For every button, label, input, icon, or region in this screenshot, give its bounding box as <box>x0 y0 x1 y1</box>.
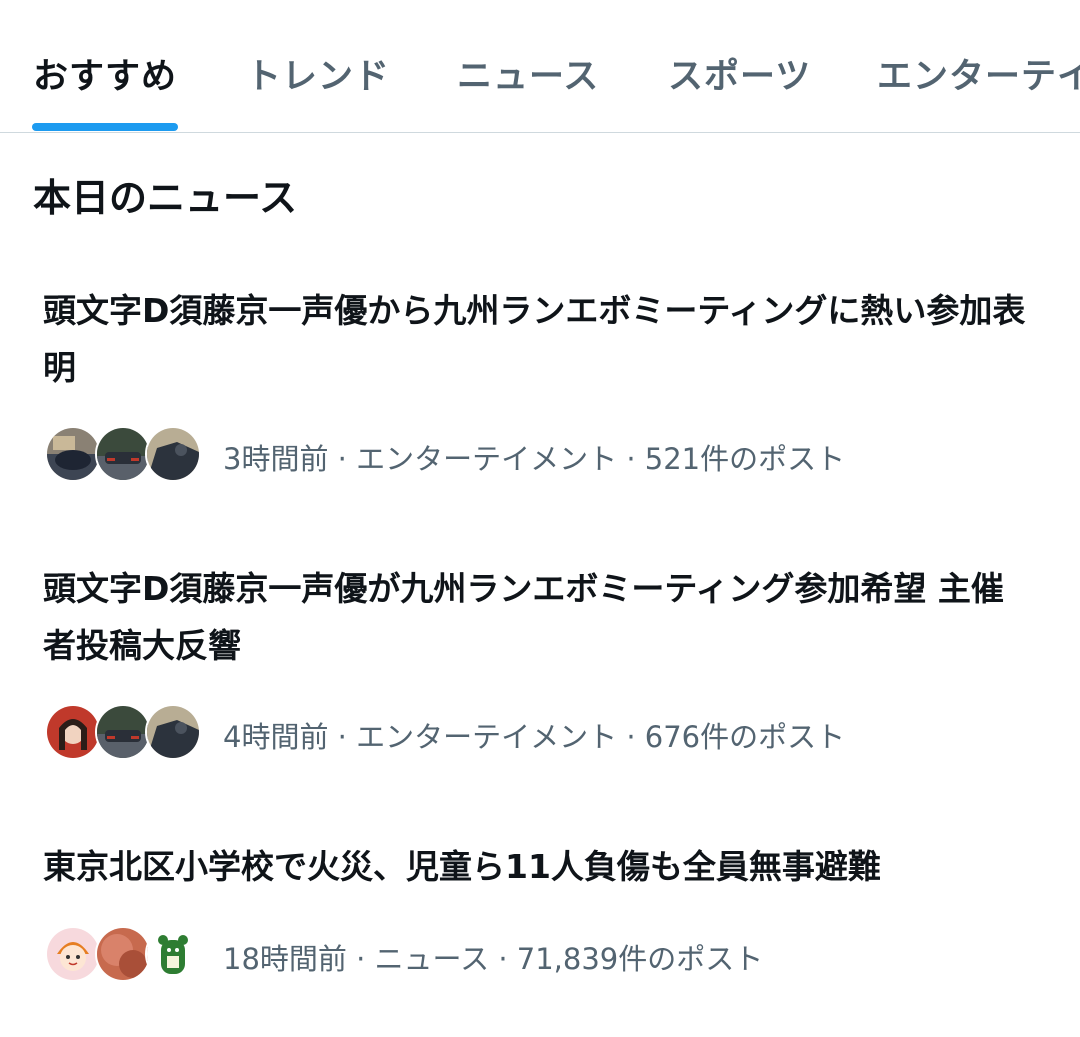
avatar <box>145 926 201 982</box>
tab-bar: おすすめ トレンド ニュース スポーツ エンターテイ <box>0 0 1080 133</box>
news-meta: 18時間前 · ニュース · 71,839件のポスト <box>45 926 1045 982</box>
active-tab-indicator <box>32 123 178 131</box>
avatar <box>95 926 151 982</box>
news-meta: 3時間前 · エンターテイメント · 521件のポスト <box>45 426 1045 482</box>
news-meta: 4時間前 · エンターテイメント · 676件のポスト <box>45 704 1045 760</box>
news-item[interactable]: 頭文字D須藤京一声優が九州ランエボミーティング参加希望 主催者投稿大反響 4時間… <box>0 560 1080 760</box>
news-item[interactable]: 頭文字D須藤京一声優から九州ランエボミーティングに熱い参加表明 3時間前 · エ… <box>0 282 1080 482</box>
news-headline: 東京北区小学校で火災、児童ら11人負傷も全員無事避難 <box>43 847 881 886</box>
news-item[interactable]: 東京北区小学校で火災、児童ら11人負傷も全員無事避難 18時間前 · ニュース … <box>0 838 1080 998</box>
avatar <box>45 426 101 482</box>
tab-entertainment[interactable]: エンターテイ <box>877 48 1080 99</box>
avatar <box>145 426 201 482</box>
news-meta-text: 4時間前 · エンターテイメント · 676件のポスト <box>223 720 846 754</box>
tab-news[interactable]: ニュース <box>457 48 599 99</box>
news-headline: 頭文字D須藤京一声優が九州ランエボミーティング参加希望 主催者投稿大反響 <box>43 569 1004 665</box>
avatar-stack <box>45 926 205 982</box>
avatar <box>45 704 101 760</box>
news-meta-text: 3時間前 · エンターテイメント · 521件のポスト <box>223 442 846 476</box>
avatar-stack <box>45 426 205 482</box>
section-title: 本日のニュース <box>33 176 298 220</box>
tab-trends[interactable]: トレンド <box>246 48 390 99</box>
avatar <box>95 704 151 760</box>
news-headline: 頭文字D須藤京一声優から九州ランエボミーティングに熱い参加表明 <box>43 291 1026 387</box>
avatar <box>45 926 101 982</box>
tab-recommended[interactable]: おすすめ <box>33 48 177 99</box>
avatar <box>95 426 151 482</box>
news-meta-text: 18時間前 · ニュース · 71,839件のポスト <box>223 942 764 976</box>
avatar <box>145 704 201 760</box>
tab-sports[interactable]: スポーツ <box>668 48 811 99</box>
avatar-stack <box>45 704 205 760</box>
